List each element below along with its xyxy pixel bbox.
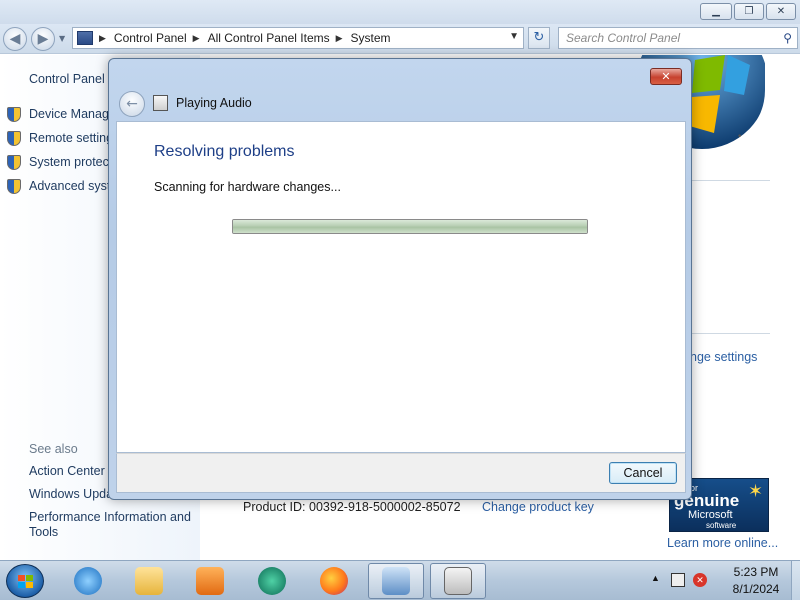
breadcrumb-item[interactable]: System <box>351 31 391 45</box>
control-panel-home-link[interactable]: Control Panel H <box>29 72 117 86</box>
dialog-heading: Resolving problems <box>154 143 295 160</box>
search-icon[interactable]: ⚲ <box>783 28 792 48</box>
genuine-line3: Microsoft <box>688 509 733 521</box>
restore-button[interactable]: ❐ <box>734 3 764 20</box>
troubleshooter-dialog: ✕ ← Playing Audio Resolving problems Sca… <box>108 58 692 500</box>
remote-settings-link[interactable]: Remote setting <box>29 131 113 145</box>
chevron-down-icon[interactable]: ▼ <box>509 31 519 42</box>
close-button[interactable]: ✕ <box>766 3 796 20</box>
divider <box>690 180 770 181</box>
search-input[interactable]: Search Control Panel ⚲ <box>558 27 798 49</box>
show-desktop-button[interactable] <box>791 561 800 600</box>
windows-update-link[interactable]: Windows Upda <box>29 487 113 501</box>
system-tray: ▲ ✕ 5:23 PM 8/1/2024 <box>645 561 795 600</box>
back-arrow-icon: ◀ <box>9 31 21 47</box>
shield-icon <box>7 107 21 122</box>
taskbar-internet-explorer[interactable] <box>60 563 116 599</box>
network-icon[interactable] <box>671 573 685 587</box>
chevron-right-icon: ▶ <box>99 32 106 43</box>
minimize-button[interactable]: ▁ <box>700 3 732 20</box>
genuine-line4: software <box>706 521 737 530</box>
taskbar: ▲ ✕ 5:23 PM 8/1/2024 <box>0 560 800 600</box>
performance-info-link-line2[interactable]: Tools <box>29 525 58 539</box>
dialog-content: Resolving problems Scanning for hardware… <box>116 121 686 453</box>
firefox-icon <box>320 567 348 595</box>
troubleshooter-icon <box>153 95 168 111</box>
taskbar-green-app[interactable] <box>244 563 300 599</box>
product-id-label: Product ID: <box>243 500 306 514</box>
control-panel-icon <box>77 31 93 45</box>
change-product-key-link[interactable]: Change product key <box>482 500 594 514</box>
search-placeholder: Search Control Panel <box>566 31 681 45</box>
clock-time: 5:23 PM <box>733 565 779 579</box>
clock-date: 8/1/2024 <box>732 582 780 596</box>
address-bar[interactable]: ▶ Control Panel ▶ All Control Panel Item… <box>72 27 524 49</box>
divider <box>690 333 770 334</box>
shield-icon <box>7 179 21 194</box>
internet-explorer-icon <box>74 567 102 595</box>
recent-pages-icon[interactable]: ▼ <box>59 34 65 43</box>
shield-icon <box>7 155 21 170</box>
navigation-bar: ◀ ▶ ▼ ▶ Control Panel ▶ All Control Pane… <box>0 24 800 54</box>
refresh-button[interactable]: ↻ <box>528 27 550 49</box>
dialog-footer: Cancel <box>116 453 686 493</box>
taskbar-troubleshooter[interactable] <box>430 563 486 599</box>
volume-muted-icon[interactable]: ✕ <box>693 573 707 587</box>
shield-icon <box>7 131 21 146</box>
clock[interactable]: 5:23 PM 8/1/2024 <box>723 564 789 598</box>
taskbar-file-explorer[interactable] <box>121 563 177 599</box>
back-arrow-icon: ← <box>126 96 138 112</box>
system-protection-link[interactable]: System protect <box>29 155 112 169</box>
progress-bar <box>232 219 588 234</box>
advanced-system-settings-link[interactable]: Advanced syste <box>29 179 117 193</box>
cancel-button[interactable]: Cancel <box>609 462 677 484</box>
status-text: Scanning for hardware changes... <box>154 180 341 194</box>
dialog-close-button[interactable]: ✕ <box>650 68 682 85</box>
progress-fill <box>233 220 587 233</box>
star-icon: ✶ <box>748 481 764 501</box>
dialog-title: Playing Audio <box>176 96 252 110</box>
bullet-icon: • <box>737 132 743 142</box>
media-player-icon <box>196 567 224 595</box>
performance-info-link[interactable]: Performance Information and <box>29 510 191 524</box>
product-id-value: 00392-918-5000002-85072 <box>309 500 461 514</box>
taskbar-control-panel[interactable] <box>368 563 424 599</box>
learn-more-link[interactable]: Learn more online... <box>667 536 778 550</box>
device-manager-link[interactable]: Device Manage <box>29 107 116 121</box>
back-button[interactable]: ◀ <box>3 27 27 51</box>
breadcrumb-item[interactable]: Control Panel <box>114 31 187 45</box>
breadcrumb-item[interactable]: All Control Panel Items <box>208 31 330 45</box>
forward-button[interactable]: ▶ <box>31 27 55 51</box>
refresh-icon: ↻ <box>533 30 545 45</box>
action-center-link[interactable]: Action Center <box>29 464 105 478</box>
see-also-heading: See also <box>29 442 78 456</box>
windows-flag-icon <box>18 575 33 588</box>
show-hidden-icons-icon[interactable]: ▲ <box>651 573 660 583</box>
change-settings-link[interactable]: nge settings <box>690 350 757 364</box>
taskbar-firefox[interactable] <box>306 563 362 599</box>
taskbar-media-player[interactable] <box>182 563 238 599</box>
chevron-right-icon: ▶ <box>335 32 343 43</box>
chevron-right-icon: ▶ <box>192 32 200 43</box>
troubleshooter-icon <box>444 567 472 595</box>
folder-icon <box>135 567 163 595</box>
title-bar: ▁ ❐ ✕ <box>0 0 800 24</box>
dialog-back-button[interactable]: ← <box>119 91 145 117</box>
product-id-row: Product ID: 00392-918-5000002-85072 Chan… <box>243 500 594 514</box>
start-button[interactable] <box>6 564 44 598</box>
forward-arrow-icon: ▶ <box>37 31 49 47</box>
control-panel-icon <box>382 567 410 595</box>
green-app-icon <box>258 567 286 595</box>
